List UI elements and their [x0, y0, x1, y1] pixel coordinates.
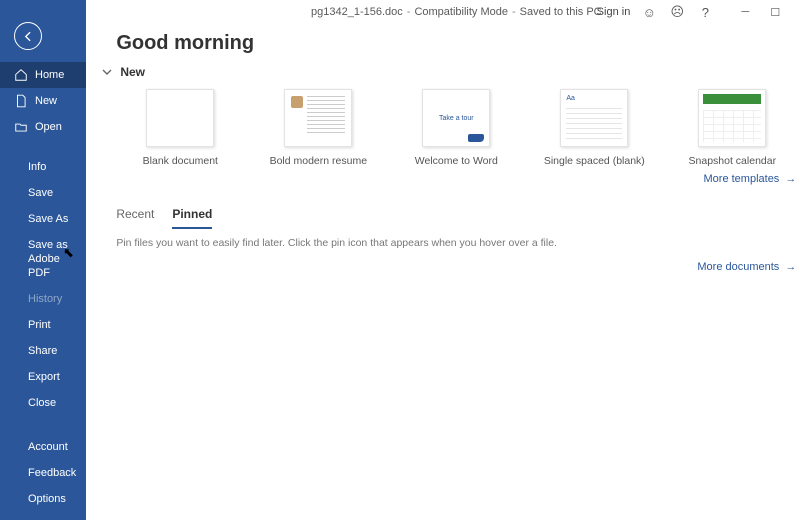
- nav-share[interactable]: Share: [0, 338, 86, 364]
- sidebar-bottom: Account Feedback Options: [0, 434, 86, 520]
- nav-print[interactable]: Print: [0, 312, 86, 338]
- template-bold-modern-resume[interactable]: Bold modern resume: [254, 89, 382, 167]
- folder-open-icon: [14, 120, 28, 134]
- template-thumb: [698, 89, 766, 147]
- sidebar-sub-items: Info Save Save As Save as Adobe PDF Hist…: [0, 154, 86, 416]
- template-snapshot-calendar[interactable]: Snapshot calendar: [668, 89, 796, 167]
- save-status: Saved to this PC: [520, 6, 602, 18]
- aa-text: Aa: [566, 95, 575, 102]
- more-templates-link[interactable]: More templates →: [116, 173, 796, 185]
- template-label: Blank document: [143, 155, 218, 167]
- template-thumb: [284, 89, 352, 147]
- nav-home-label: Home: [35, 69, 64, 81]
- home-icon: [14, 68, 28, 82]
- main-area: pg1342_1-156.doc - Compatibility Mode - …: [86, 0, 800, 520]
- nav-close[interactable]: Close: [0, 390, 86, 416]
- template-label: Welcome to Word: [415, 155, 498, 167]
- window-controls: ─ ☐ ✕: [730, 0, 800, 24]
- more-documents-link[interactable]: More documents →: [116, 261, 796, 273]
- template-thumb: Aa: [560, 89, 628, 147]
- nav-history: History: [0, 286, 86, 312]
- titlebar: pg1342_1-156.doc - Compatibility Mode - …: [86, 0, 800, 24]
- more-templates-label: More templates: [704, 173, 780, 185]
- template-label: Bold modern resume: [270, 155, 367, 167]
- minimize-button[interactable]: ─: [730, 0, 760, 24]
- template-row: Blank document Bold modern resume Take a…: [116, 89, 796, 167]
- sidebar: Home New Open Info Save Save As Save as …: [0, 0, 86, 520]
- arrow-left-icon: [22, 30, 35, 43]
- more-documents-label: More documents: [697, 261, 779, 273]
- nav-options[interactable]: Options: [0, 486, 86, 512]
- content: Good morning New Blank document Bold mod…: [86, 24, 800, 301]
- new-section-toggle[interactable]: New: [102, 65, 796, 79]
- nav-open[interactable]: Open: [0, 114, 86, 140]
- nav-export[interactable]: Export: [0, 364, 86, 390]
- separator: -: [407, 6, 411, 18]
- template-label: Snapshot calendar: [689, 155, 777, 167]
- nav-account[interactable]: Account: [0, 434, 86, 460]
- tour-text: Take a tour: [439, 115, 474, 122]
- tab-pinned[interactable]: Pinned: [172, 203, 212, 229]
- nav-open-label: Open: [35, 121, 62, 133]
- document-icon: [14, 94, 28, 108]
- nav-home[interactable]: Home: [0, 62, 86, 88]
- template-thumb: [146, 89, 214, 147]
- arrow-right-icon: →: [785, 173, 796, 185]
- separator: -: [512, 6, 516, 18]
- nav-new-label: New: [35, 95, 57, 107]
- face-smile-icon[interactable]: ☺: [640, 3, 658, 21]
- documents-tabs: Recent Pinned: [116, 203, 796, 229]
- titlebar-right: Sign in ☺ ☹ ? ─ ☐ ✕: [597, 0, 800, 24]
- nav-info[interactable]: Info: [0, 154, 86, 180]
- new-section-label: New: [120, 65, 145, 79]
- template-single-spaced[interactable]: Aa Single spaced (blank): [530, 89, 658, 167]
- close-window-button[interactable]: ✕: [790, 0, 800, 24]
- nav-save-as[interactable]: Save As: [0, 206, 86, 232]
- doc-filename: pg1342_1-156.doc: [311, 6, 403, 18]
- template-welcome-to-word[interactable]: Take a tour Welcome to Word: [392, 89, 520, 167]
- nav-save-adobe-pdf[interactable]: Save as Adobe PDF: [0, 232, 86, 286]
- face-frown-icon[interactable]: ☹: [668, 3, 686, 21]
- app-root: Home New Open Info Save Save As Save as …: [0, 0, 800, 520]
- tab-recent[interactable]: Recent: [116, 203, 154, 229]
- greeting-heading: Good morning: [116, 32, 796, 55]
- template-thumb: Take a tour: [422, 89, 490, 147]
- chevron-down-icon: [102, 67, 112, 77]
- doc-mode: Compatibility Mode: [414, 6, 508, 18]
- title-center: pg1342_1-156.doc - Compatibility Mode - …: [311, 6, 602, 18]
- template-blank-document[interactable]: Blank document: [116, 89, 244, 167]
- maximize-button[interactable]: ☐: [760, 0, 790, 24]
- nav-save[interactable]: Save: [0, 180, 86, 206]
- back-button[interactable]: [14, 22, 42, 50]
- nav-new[interactable]: New: [0, 88, 86, 114]
- arrow-right-icon: →: [785, 261, 796, 273]
- template-label: Single spaced (blank): [544, 155, 645, 167]
- nav-feedback[interactable]: Feedback: [0, 460, 86, 486]
- pinned-hint: Pin files you want to easily find later.…: [116, 237, 796, 249]
- signin-link[interactable]: Sign in: [597, 6, 631, 18]
- help-icon[interactable]: ?: [696, 3, 714, 21]
